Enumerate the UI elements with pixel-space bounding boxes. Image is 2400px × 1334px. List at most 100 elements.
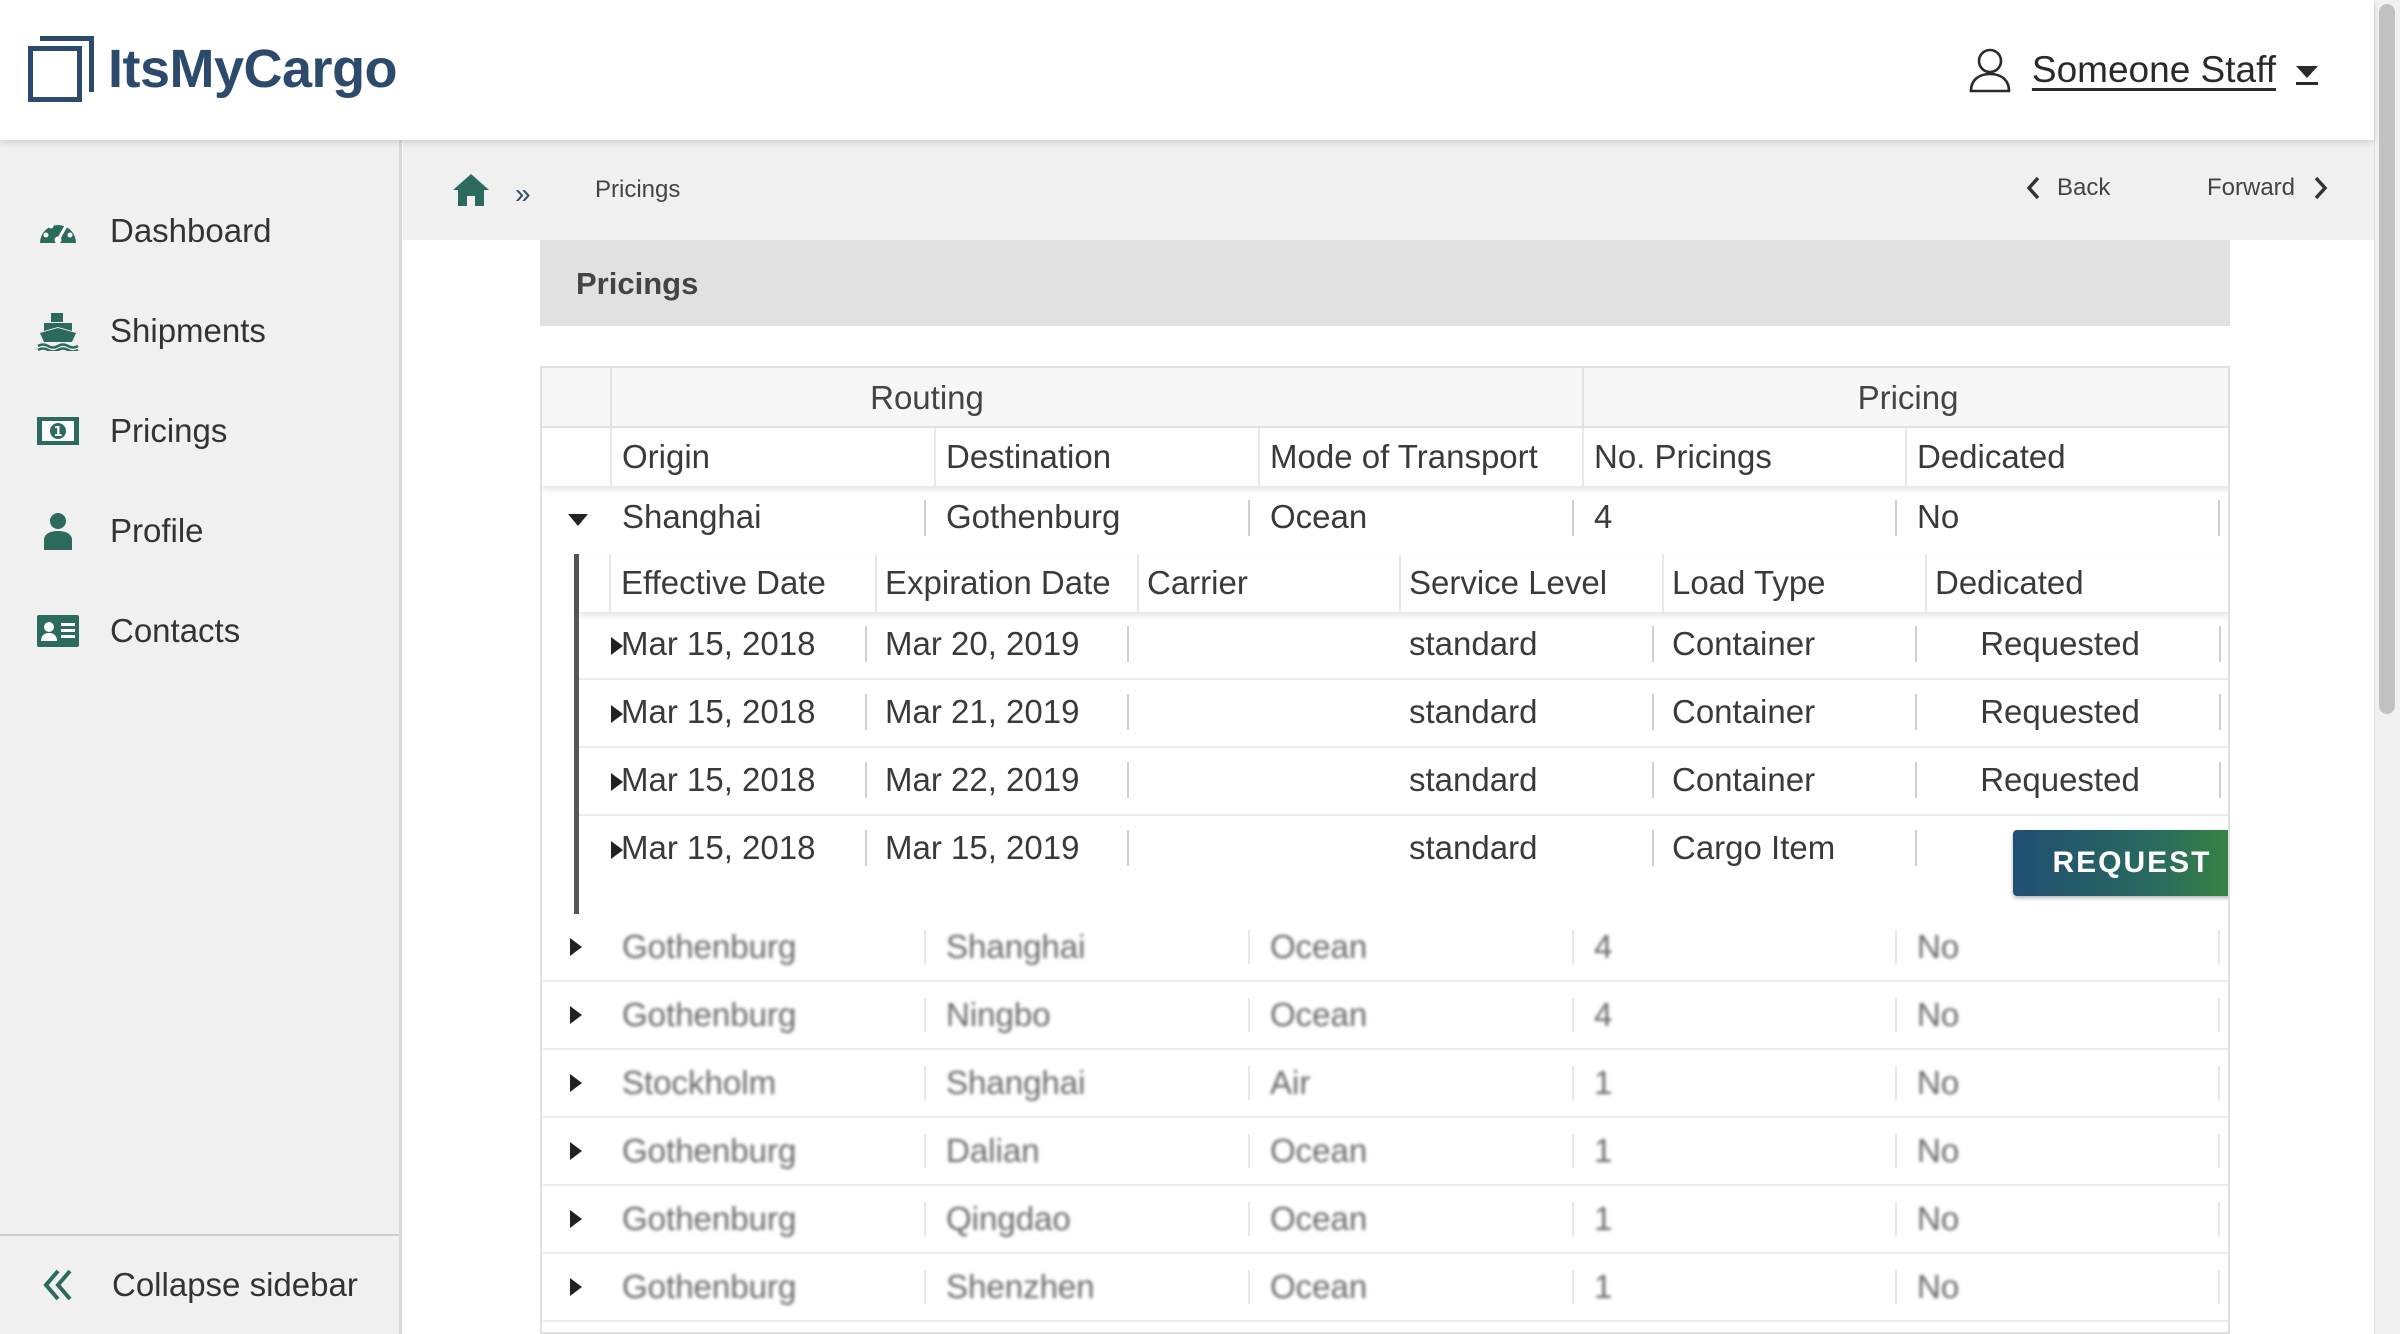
home-icon[interactable] [451,172,491,208]
forward-button[interactable]: Forward [2207,174,2329,202]
cell-dedicated: No [1917,996,1960,1033]
sidebar-item-label: Dashboard [110,212,272,249]
cell-mode: Ocean [1270,1268,1368,1305]
logo-mark-icon [28,36,94,102]
user-name[interactable]: Someone Staff [2032,49,2276,91]
sidebar-item-pricings[interactable]: 1 Pricings [36,403,227,459]
sidebar-item-contacts[interactable]: Contacts [36,603,240,659]
back-label: Back [2057,174,2111,201]
cell-origin: Shanghai [622,498,762,535]
sidebar-item-shipments[interactable]: Shipments [36,303,266,359]
subtable-row[interactable]: Mar 15, 2018 Mar 15, 2019 standard Cargo… [579,816,2228,912]
breadcrumb-separator: » [515,178,531,209]
cell-count: 1 [1594,1200,1613,1237]
cell-count: 4 [1594,996,1613,1033]
cell-dedicated: Requested [1980,761,2140,798]
cell-destination: Dalian [946,1132,1040,1169]
person-icon [36,509,80,553]
scrollbar-thumb[interactable] [2379,4,2395,714]
table-row-expanded[interactable]: Shanghai Gothenburg Ocean 4 No [542,486,2228,554]
subcolumn-dedicated[interactable]: Dedicated [1935,554,2084,612]
table-column-header: Origin Destination Mode of Transport No.… [542,428,2228,486]
column-header-destination[interactable]: Destination [946,428,1256,486]
subtable-row[interactable]: Mar 15, 2018 Mar 22, 2019 standard Conta… [579,748,2228,816]
pricings-table: Routing Pricing Origin Destination Mode … [540,366,2230,1334]
cell-count: 1 [1594,1132,1613,1169]
subcolumn-service-level[interactable]: Service Level [1409,554,1607,612]
cell-count: 4 [1594,928,1613,965]
caret-right-icon[interactable] [570,1210,582,1228]
sidebar-item-dashboard[interactable]: Dashboard [36,203,271,259]
cell-service-level: standard [1409,693,1538,730]
double-chevron-left-icon [43,1269,72,1301]
caret-right-icon[interactable] [570,938,582,956]
caret-right-icon[interactable] [570,1074,582,1092]
caret-right-icon[interactable] [570,1006,582,1024]
collapse-sidebar-label: Collapse sidebar [112,1266,358,1303]
table-row[interactable]: Stockholm Shanghai Air 1 No [542,1050,2228,1118]
sidebar-item-profile[interactable]: Profile [36,503,204,559]
table-row[interactable]: Gothenburg Shenzhen Ocean 1 No [542,1254,2228,1322]
cell-dedicated: No [1917,928,1960,965]
subtable-row[interactable]: Mar 15, 2018 Mar 20, 2019 standard Conta… [579,612,2228,680]
table-row[interactable]: Gothenburg Dalian Ocean 1 No [542,1118,2228,1186]
cell-service-level: standard [1409,761,1538,798]
cell-origin: Gothenburg [622,928,797,965]
cell-expiration-date: Mar 15, 2019 [885,829,1080,866]
cell-dedicated: No [1917,1132,1960,1169]
ship-icon [36,309,80,353]
subcolumn-carrier[interactable]: Carrier [1147,554,1248,612]
table-row[interactable]: Gothenburg Qingdao Ocean 1 No [542,1186,2228,1254]
cell-count: 1 [1594,1268,1613,1305]
column-header-dedicated[interactable]: Dedicated [1917,428,2227,486]
cell-dedicated: No [1917,1064,1960,1101]
money-bill-icon: 1 [36,409,80,453]
cell-origin: Gothenburg [622,1200,797,1237]
caret-right-icon[interactable] [570,1278,582,1296]
cell-load-type: Container [1672,761,1816,798]
subtable-column-header: Effective Date Expiration Date Carrier S… [579,554,2228,612]
column-header-count[interactable]: No. Pricings [1594,428,1904,486]
table-row[interactable]: Gothenburg Shanghai Ocean 4 No [542,914,2228,982]
table-row[interactable]: Gothenburg Ningbo Ocean 4 No [542,982,2228,1050]
cell-effective-date: Mar 15, 2018 [621,829,816,866]
cell-load-type: Container [1672,625,1816,662]
cell-service-level: standard [1409,829,1538,866]
cell-effective-date: Mar 15, 2018 [621,625,816,662]
cell-mode: Ocean [1270,1200,1368,1237]
cell-dedicated: No [1917,1200,1960,1237]
logo-text: ItsMyCargo [108,39,398,99]
forward-label: Forward [2207,174,2296,201]
chevron-down-icon[interactable] [2296,66,2318,85]
subcolumn-load-type[interactable]: Load Type [1672,554,1826,612]
back-button[interactable]: Back [2025,174,2110,202]
sidebar-item-label: Pricings [110,412,228,449]
cell-expiration-date: Mar 20, 2019 [885,625,1080,662]
cell-destination: Qingdao [946,1200,1071,1237]
table-group-header: Routing Pricing [542,368,2228,428]
column-header-mode[interactable]: Mode of Transport [1270,428,1580,486]
subtable-row[interactable]: Mar 15, 2018 Mar 21, 2019 standard Conta… [579,680,2228,748]
collapse-sidebar-button[interactable]: Collapse sidebar [0,1234,399,1334]
user-menu[interactable]: Someone Staff [1968,40,2318,100]
cell-count: 1 [1594,1064,1613,1101]
cell-destination: Shanghai [946,928,1086,965]
page-scrollbar[interactable] [2374,0,2400,1334]
cell-dedicated: No [1917,498,1960,535]
request-button[interactable]: REQUEST [2013,830,2228,896]
cell-dedicated: Requested [1980,625,2140,662]
subcolumn-effective-date[interactable]: Effective Date [621,554,826,612]
caret-down-icon[interactable] [568,514,588,526]
cell-destination: Shenzhen [946,1268,1095,1305]
sidebar-item-label: Shipments [110,312,266,349]
subcolumn-expiration-date[interactable]: Expiration Date [885,554,1111,612]
column-header-origin[interactable]: Origin [622,428,932,486]
cell-dedicated: No [1917,1268,1960,1305]
contact-card-icon [36,609,80,653]
app-logo[interactable]: ItsMyCargo [28,34,398,104]
svg-text:1: 1 [53,425,62,440]
sidebar: Dashboard Shipments 1 Pricings Profile C… [0,140,402,1334]
dashboard-gauge-icon [36,209,80,253]
cell-destination: Shanghai [946,1064,1086,1101]
caret-right-icon[interactable] [570,1142,582,1160]
